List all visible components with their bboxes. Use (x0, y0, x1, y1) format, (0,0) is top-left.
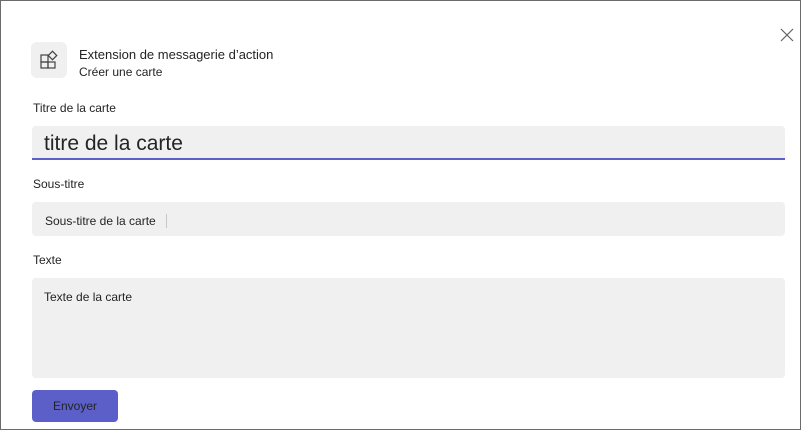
submit-button[interactable]: Envoyer (32, 390, 118, 422)
title-field-label: Titre de la carte (33, 101, 116, 115)
text-input-placeholder: Texte de la carte (44, 290, 133, 304)
create-card-dialog: Extension de messagerie d’action Créer u… (0, 0, 801, 430)
app-title: Extension de messagerie d’action (79, 47, 274, 62)
title-input[interactable]: titre de la carte (32, 126, 785, 160)
text-cursor (166, 214, 167, 228)
subtitle-input[interactable]: Sous-titre de la carte (32, 202, 785, 236)
subtitle-input-placeholder: Sous-titre de la carte (45, 214, 156, 228)
subtitle-field-label: Sous-titre (33, 177, 85, 191)
apps-add-icon (40, 50, 58, 69)
text-field-label: Texte (33, 253, 62, 267)
app-subtitle: Créer une carte (79, 65, 163, 79)
text-input[interactable]: Texte de la carte (32, 278, 785, 378)
app-icon-tile (31, 42, 67, 78)
close-icon[interactable] (779, 27, 795, 43)
title-input-value: titre de la carte (44, 132, 183, 155)
